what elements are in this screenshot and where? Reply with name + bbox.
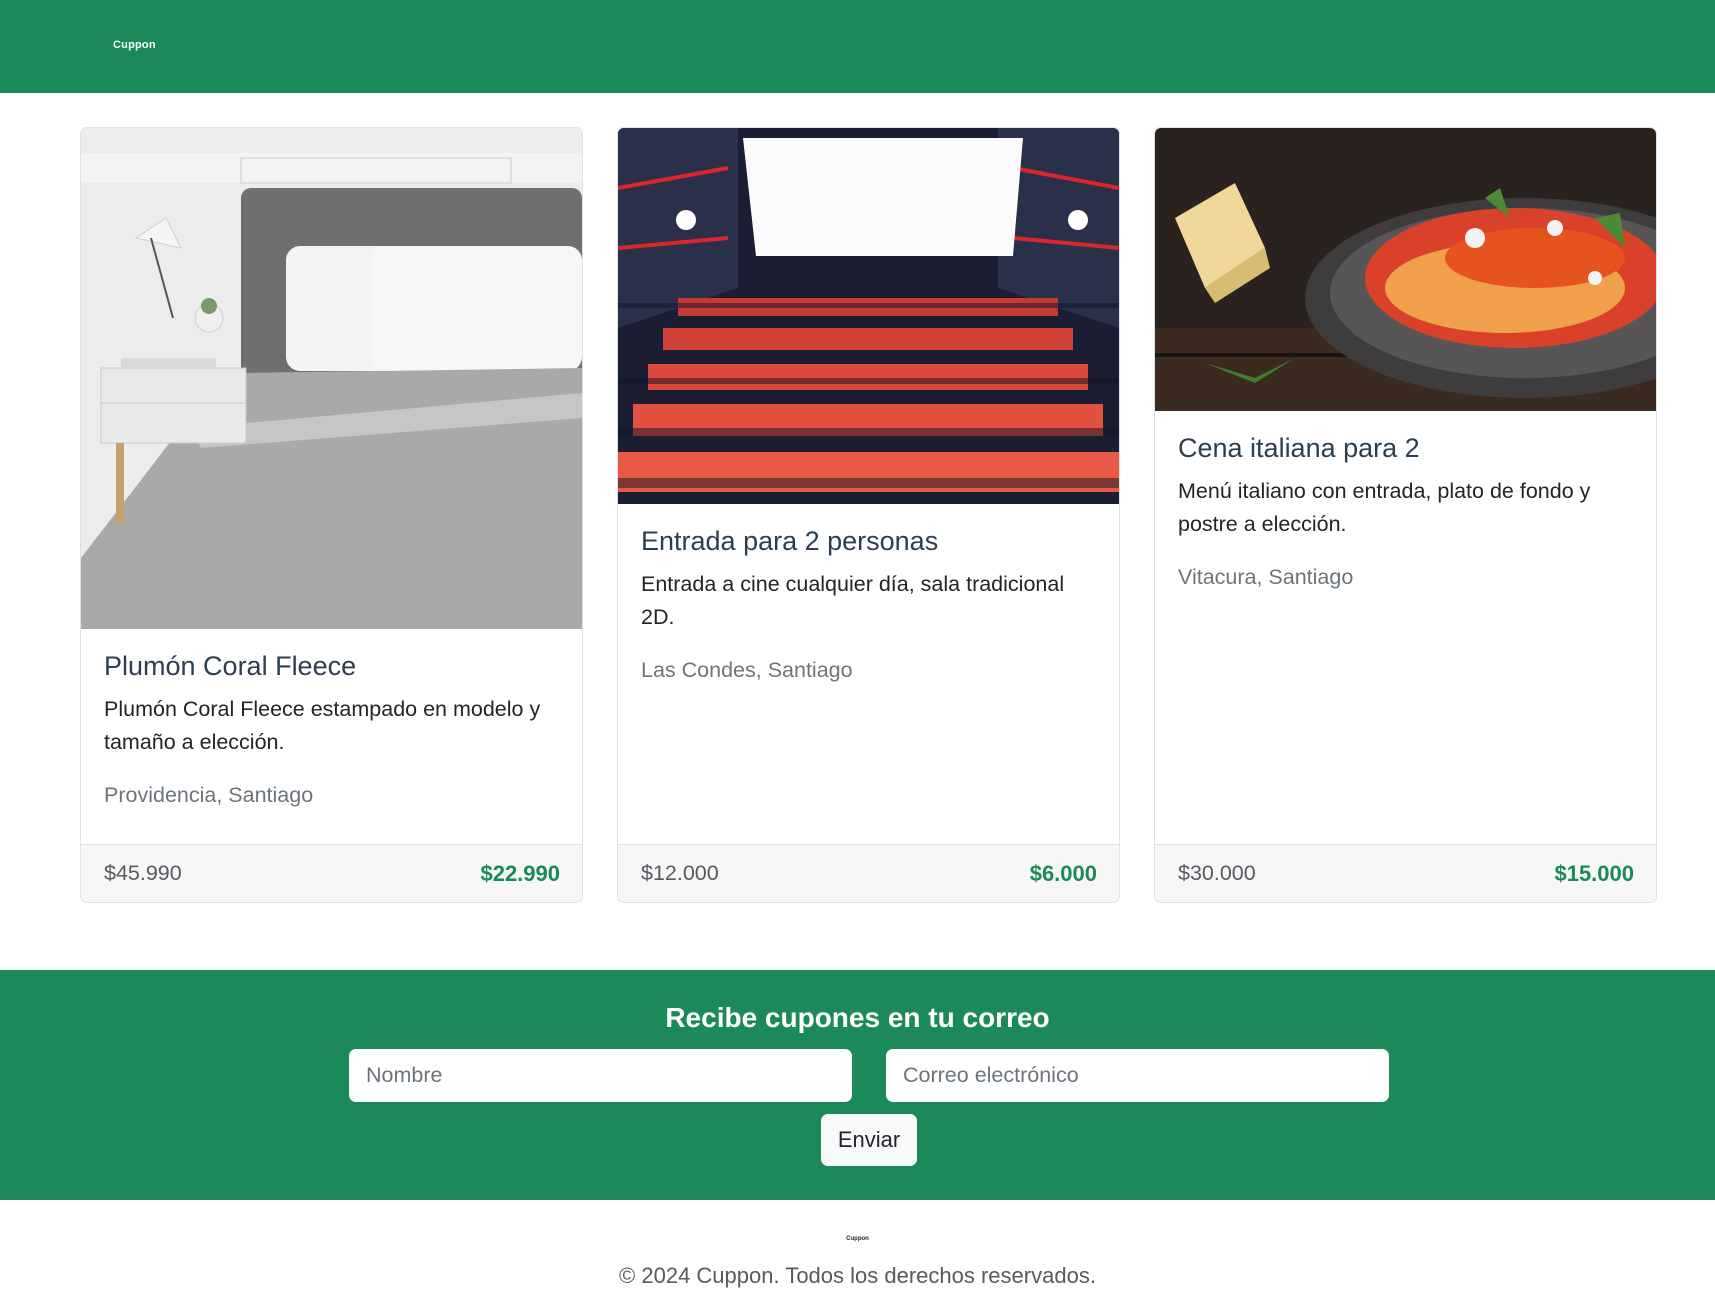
card-location: Las Condes, Santiago	[641, 658, 853, 682]
card-title[interactable]: Cena italiana para 2	[1178, 431, 1636, 465]
footer-brand-logo: Cuppon	[846, 1236, 869, 1242]
card-title[interactable]: Entrada para 2 personas	[641, 524, 1099, 558]
footer-copyright: © 2024 Cuppon. Todos los derechos reserv…	[619, 1263, 1096, 1288]
coupon-card[interactable]: Entrada para 2 personas Entrada a cine c…	[617, 127, 1120, 903]
discount-price: $15.000	[1554, 861, 1634, 886]
coupon-card[interactable]: Cena italiana para 2 Menú italiano con e…	[1154, 127, 1657, 903]
bed-comforter-image	[81, 128, 582, 629]
cinema-seats-image	[618, 128, 1119, 504]
original-price: $30.000	[1178, 861, 1256, 885]
card-body: Plumón Coral Fleece Plumón Coral Fleece …	[104, 629, 562, 810]
coupon-card[interactable]: Plumón Coral Fleece Plumón Coral Fleece …	[80, 127, 583, 903]
card-body: Entrada para 2 personas Entrada a cine c…	[641, 504, 1099, 685]
brand-logo-link[interactable]: Cuppon	[113, 39, 156, 51]
card-footer: $45.990 $22.990	[81, 844, 582, 902]
card-footer: $30.000 $15.000	[1155, 844, 1656, 902]
card-location: Vitacura, Santiago	[1178, 565, 1354, 589]
email-input[interactable]	[886, 1049, 1389, 1102]
newsletter-title: Recibe cupones en tu correo	[665, 1002, 1050, 1033]
original-price: $12.000	[641, 861, 719, 885]
card-body: Cena italiana para 2 Menú italiano con e…	[1178, 411, 1636, 592]
spaghetti-dish-image	[1155, 128, 1656, 411]
discount-price: $22.990	[480, 861, 560, 886]
card-description: Plumón Coral Fleece estampado en modelo …	[104, 697, 541, 754]
page-footer: Cuppon © 2024 Cuppon. Todos los derechos…	[0, 1200, 1715, 1314]
newsletter-section: Recibe cupones en tu correo Enviar	[0, 970, 1715, 1200]
card-location: Providencia, Santiago	[104, 783, 314, 807]
name-input[interactable]	[349, 1049, 852, 1102]
card-description: Menú italiano con entrada, plato de fond…	[1178, 479, 1591, 536]
top-navbar: Cuppon	[0, 0, 1715, 93]
card-description: Entrada a cine cualquier día, sala tradi…	[641, 572, 1065, 629]
discount-price: $6.000	[1029, 861, 1097, 886]
original-price: $45.990	[104, 861, 182, 885]
card-footer: $12.000 $6.000	[618, 844, 1119, 902]
card-title[interactable]: Plumón Coral Fleece	[104, 649, 562, 683]
submit-button[interactable]: Enviar	[821, 1114, 917, 1166]
